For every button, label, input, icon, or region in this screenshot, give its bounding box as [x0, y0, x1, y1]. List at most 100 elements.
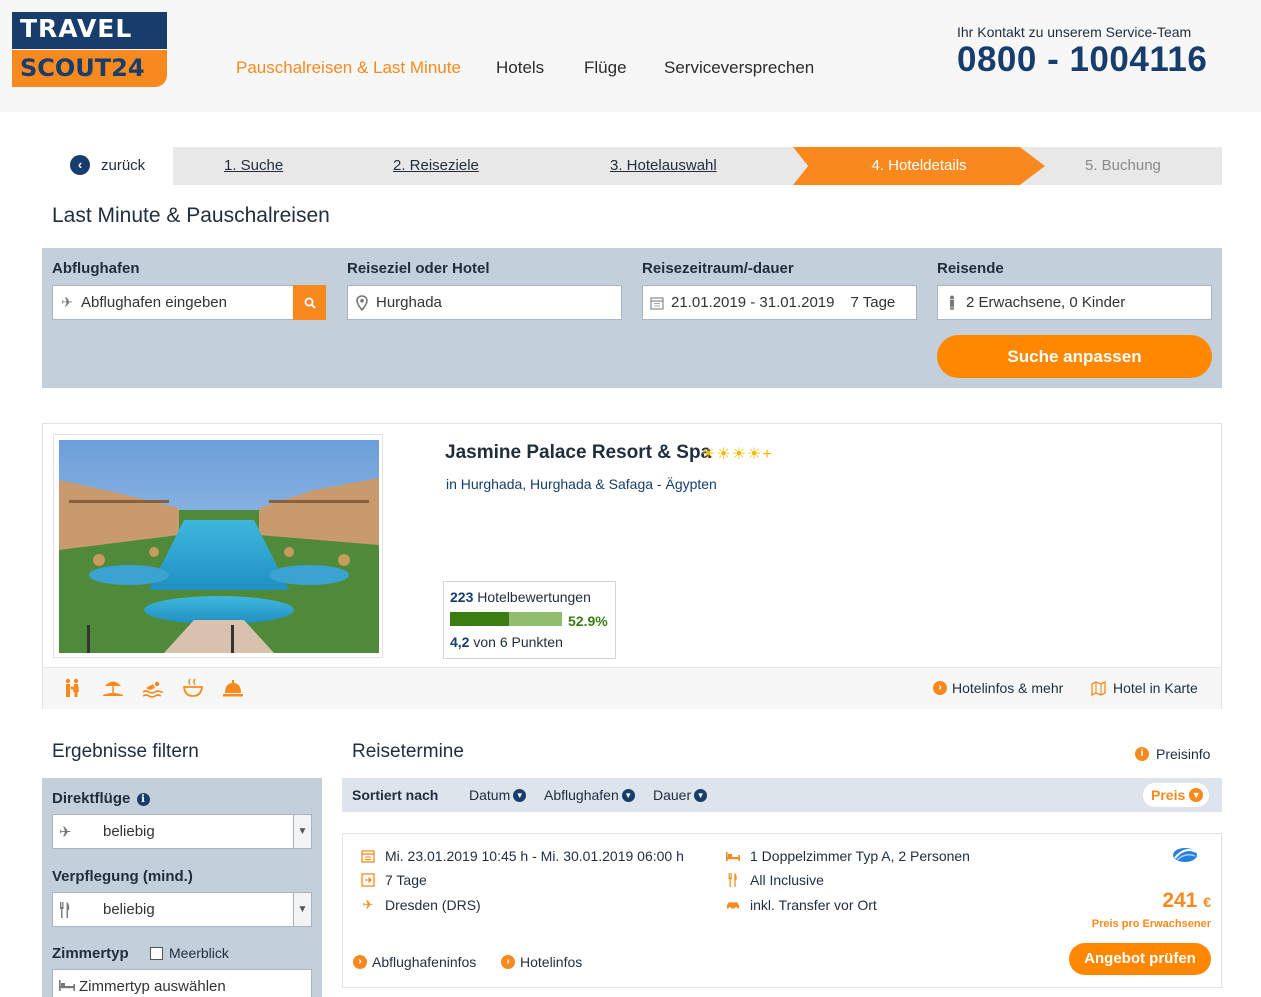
sort-date[interactable]: Datum ▼	[469, 787, 527, 803]
hotel-map-link[interactable]: Hotel in Karte	[1091, 680, 1198, 696]
room-type-placeholder: Zimmertyp auswählen	[79, 978, 226, 995]
offer-transfer-line: inkl. Transfer vor Ort	[726, 897, 877, 913]
chevron-down-icon: ▼	[293, 815, 311, 848]
contact-phone[interactable]: 0800 - 1004116	[957, 40, 1207, 80]
beach-icon	[103, 681, 123, 696]
sort-price-active[interactable]: Preis ▼	[1143, 783, 1210, 807]
airline-logo	[1173, 848, 1197, 862]
page-title: Last Minute & Pauschalreisen	[52, 204, 330, 227]
airport-input[interactable]: ✈ Abflughafen eingeben	[52, 285, 326, 320]
filter-title: Ergebnisse filtern	[52, 741, 199, 762]
results-title: Reisetermine	[352, 741, 464, 762]
hotel-image-frame[interactable]	[53, 434, 383, 658]
rating-count: 223	[450, 589, 474, 605]
rating-count-line: 223 Hotelbewertungen	[450, 589, 591, 605]
rating-bar-fill	[450, 612, 510, 626]
rating-box[interactable]: 223 Hotelbewertungen 52.9% 4,2 von 6 Pun…	[443, 581, 616, 659]
offer-dates-line: Mi. 23.01.2019 10:45 h - Mi. 30.01.2019 …	[361, 848, 684, 864]
info-icon[interactable]: i	[136, 793, 150, 806]
nav-pauschalreisen[interactable]: Pauschalreisen & Last Minute	[236, 58, 461, 78]
room-type-label: Zimmertyp	[52, 945, 129, 962]
step-suche[interactable]: 1. Suche	[224, 147, 283, 185]
nav-fluege[interactable]: Flüge	[584, 58, 627, 78]
back-link[interactable]: ‹ zurück	[70, 155, 145, 175]
seaview-label: Meerblick	[169, 945, 229, 961]
board-select[interactable]: beliebig ▼	[52, 892, 312, 927]
person-icon	[950, 295, 954, 310]
plane-icon: ✈	[362, 897, 374, 912]
destination-label: Reiseziel oder Hotel	[347, 260, 490, 277]
hotel-rating-suns: ☀☀☀☀+	[701, 446, 773, 463]
offer-currency: €	[1203, 894, 1211, 910]
spa-icon	[182, 678, 204, 697]
rating-bar	[450, 612, 562, 626]
cutlery-icon	[60, 902, 70, 918]
site-header: TRAVEL SCOUT24 Pauschalreisen & Last Min…	[0, 0, 1261, 112]
sort-duration[interactable]: Dauer ▼	[653, 787, 708, 803]
sort-label: Sortiert nach	[352, 787, 439, 803]
offer-transfer: inkl. Transfer vor Ort	[750, 897, 877, 913]
direct-flights-label-text: Direktflüge	[52, 790, 131, 807]
airport-info-link[interactable]: › Abflughafeninfos	[353, 954, 476, 970]
hotel-card: Jasmine Palace Resort & Spa ☀☀☀☀+ in Hur…	[42, 423, 1222, 709]
info-icon: i	[1135, 747, 1149, 761]
direct-flights-label: Direktflüge i	[52, 790, 150, 807]
hotel-location: in Hurghada, Hurghada & Safaga - Ägypten	[446, 476, 717, 492]
nav-hotels[interactable]: Hotels	[496, 58, 544, 78]
travelscout24-logo[interactable]: TRAVEL SCOUT24	[12, 12, 167, 87]
filter-panel: Direktflüge i ✈ beliebig ▼ Verpflegung (…	[42, 778, 322, 997]
board-label: Verpflegung (mind.)	[52, 868, 193, 885]
sort-airport[interactable]: Abflughafen ▼	[544, 787, 635, 803]
rating-score-label: von 6 Punkten	[473, 634, 563, 650]
rating-percent: 52.9%	[568, 613, 608, 629]
price-info-link[interactable]: i Preisinfo	[1135, 746, 1210, 762]
rating-score: 4,2	[450, 634, 470, 650]
check-offer-button[interactable]: Angebot prüfen	[1069, 943, 1211, 975]
offer-hotel-info-link[interactable]: › Hotelinfos	[501, 954, 582, 970]
booking-steps: 1. Suche 2. Reiseziele 3. Hotelauswahl 4…	[173, 147, 1222, 185]
hotel-photo	[59, 440, 379, 653]
hotel-info-link[interactable]: › Hotelinfos & mehr	[933, 680, 1063, 696]
offer-departure: Dresden (DRS)	[385, 897, 481, 913]
seaview-checkbox[interactable]	[150, 947, 163, 960]
offer-duration-line: 7 Tage	[361, 872, 427, 888]
swimming-icon	[142, 681, 163, 698]
direct-flights-select[interactable]: ✈ beliebig ▼	[52, 814, 312, 849]
offer-hotel-info-link-label: Hotelinfos	[520, 954, 583, 970]
airport-placeholder: Abflughafen eingeben	[81, 294, 227, 311]
destination-value: Hurghada	[376, 294, 442, 311]
direct-flights-value: beliebig	[103, 823, 155, 840]
chevron-down-icon: ▼	[621, 788, 635, 802]
travelers-input[interactable]: 2 Erwachsene, 0 Kinder	[937, 285, 1212, 320]
plane-icon: ✈	[61, 294, 73, 310]
airport-info-link-label: Abflughafeninfos	[372, 954, 477, 970]
offer-card: Mi. 23.01.2019 10:45 h - Mi. 30.01.2019 …	[342, 833, 1222, 988]
rating-score-line: 4,2 von 6 Punkten	[450, 634, 563, 650]
search-panel: Abflughafen ✈ Abflughafen eingeben Reise…	[42, 248, 1222, 388]
nav-serviceversprechen[interactable]: Serviceversprechen	[664, 58, 814, 78]
step-reiseziele[interactable]: 2. Reiseziele	[393, 147, 479, 185]
chevron-left-icon: ‹	[70, 155, 90, 175]
room-type-select[interactable]: Zimmertyp auswählen	[52, 969, 312, 997]
step-hotelauswahl[interactable]: 3. Hotelauswahl	[610, 147, 717, 185]
period-input[interactable]: 21.01.2019 - 31.01.2019 7 Tage	[642, 285, 917, 320]
hotel-name[interactable]: Jasmine Palace Resort & Spa	[445, 442, 711, 464]
chevron-right-icon: ›	[353, 955, 367, 969]
calendar-icon	[650, 296, 664, 310]
chevron-down-icon: ▼	[694, 788, 708, 802]
airport-label: Abflughafen	[52, 260, 140, 277]
price-info-label: Preisinfo	[1156, 746, 1211, 762]
period-label: Reisezeitraum/-dauer	[642, 260, 794, 277]
search-icon	[304, 297, 316, 309]
duration-icon	[361, 873, 375, 887]
offer-board-line: All Inclusive	[726, 872, 824, 888]
map-icon	[1091, 680, 1106, 696]
offer-room: 1 Doppelzimmer Typ A, 2 Personen	[750, 848, 970, 864]
chevron-down-icon: ▼	[293, 893, 311, 926]
contact-label: Ihr Kontakt zu unserem Service-Team	[957, 24, 1192, 40]
offer-price-value: 241	[1162, 889, 1198, 912]
destination-input[interactable]: Hurghada	[347, 285, 622, 320]
search-submit-button[interactable]: Suche anpassen	[937, 335, 1212, 378]
board-value: beliebig	[103, 901, 155, 918]
airport-search-button[interactable]	[293, 285, 326, 320]
